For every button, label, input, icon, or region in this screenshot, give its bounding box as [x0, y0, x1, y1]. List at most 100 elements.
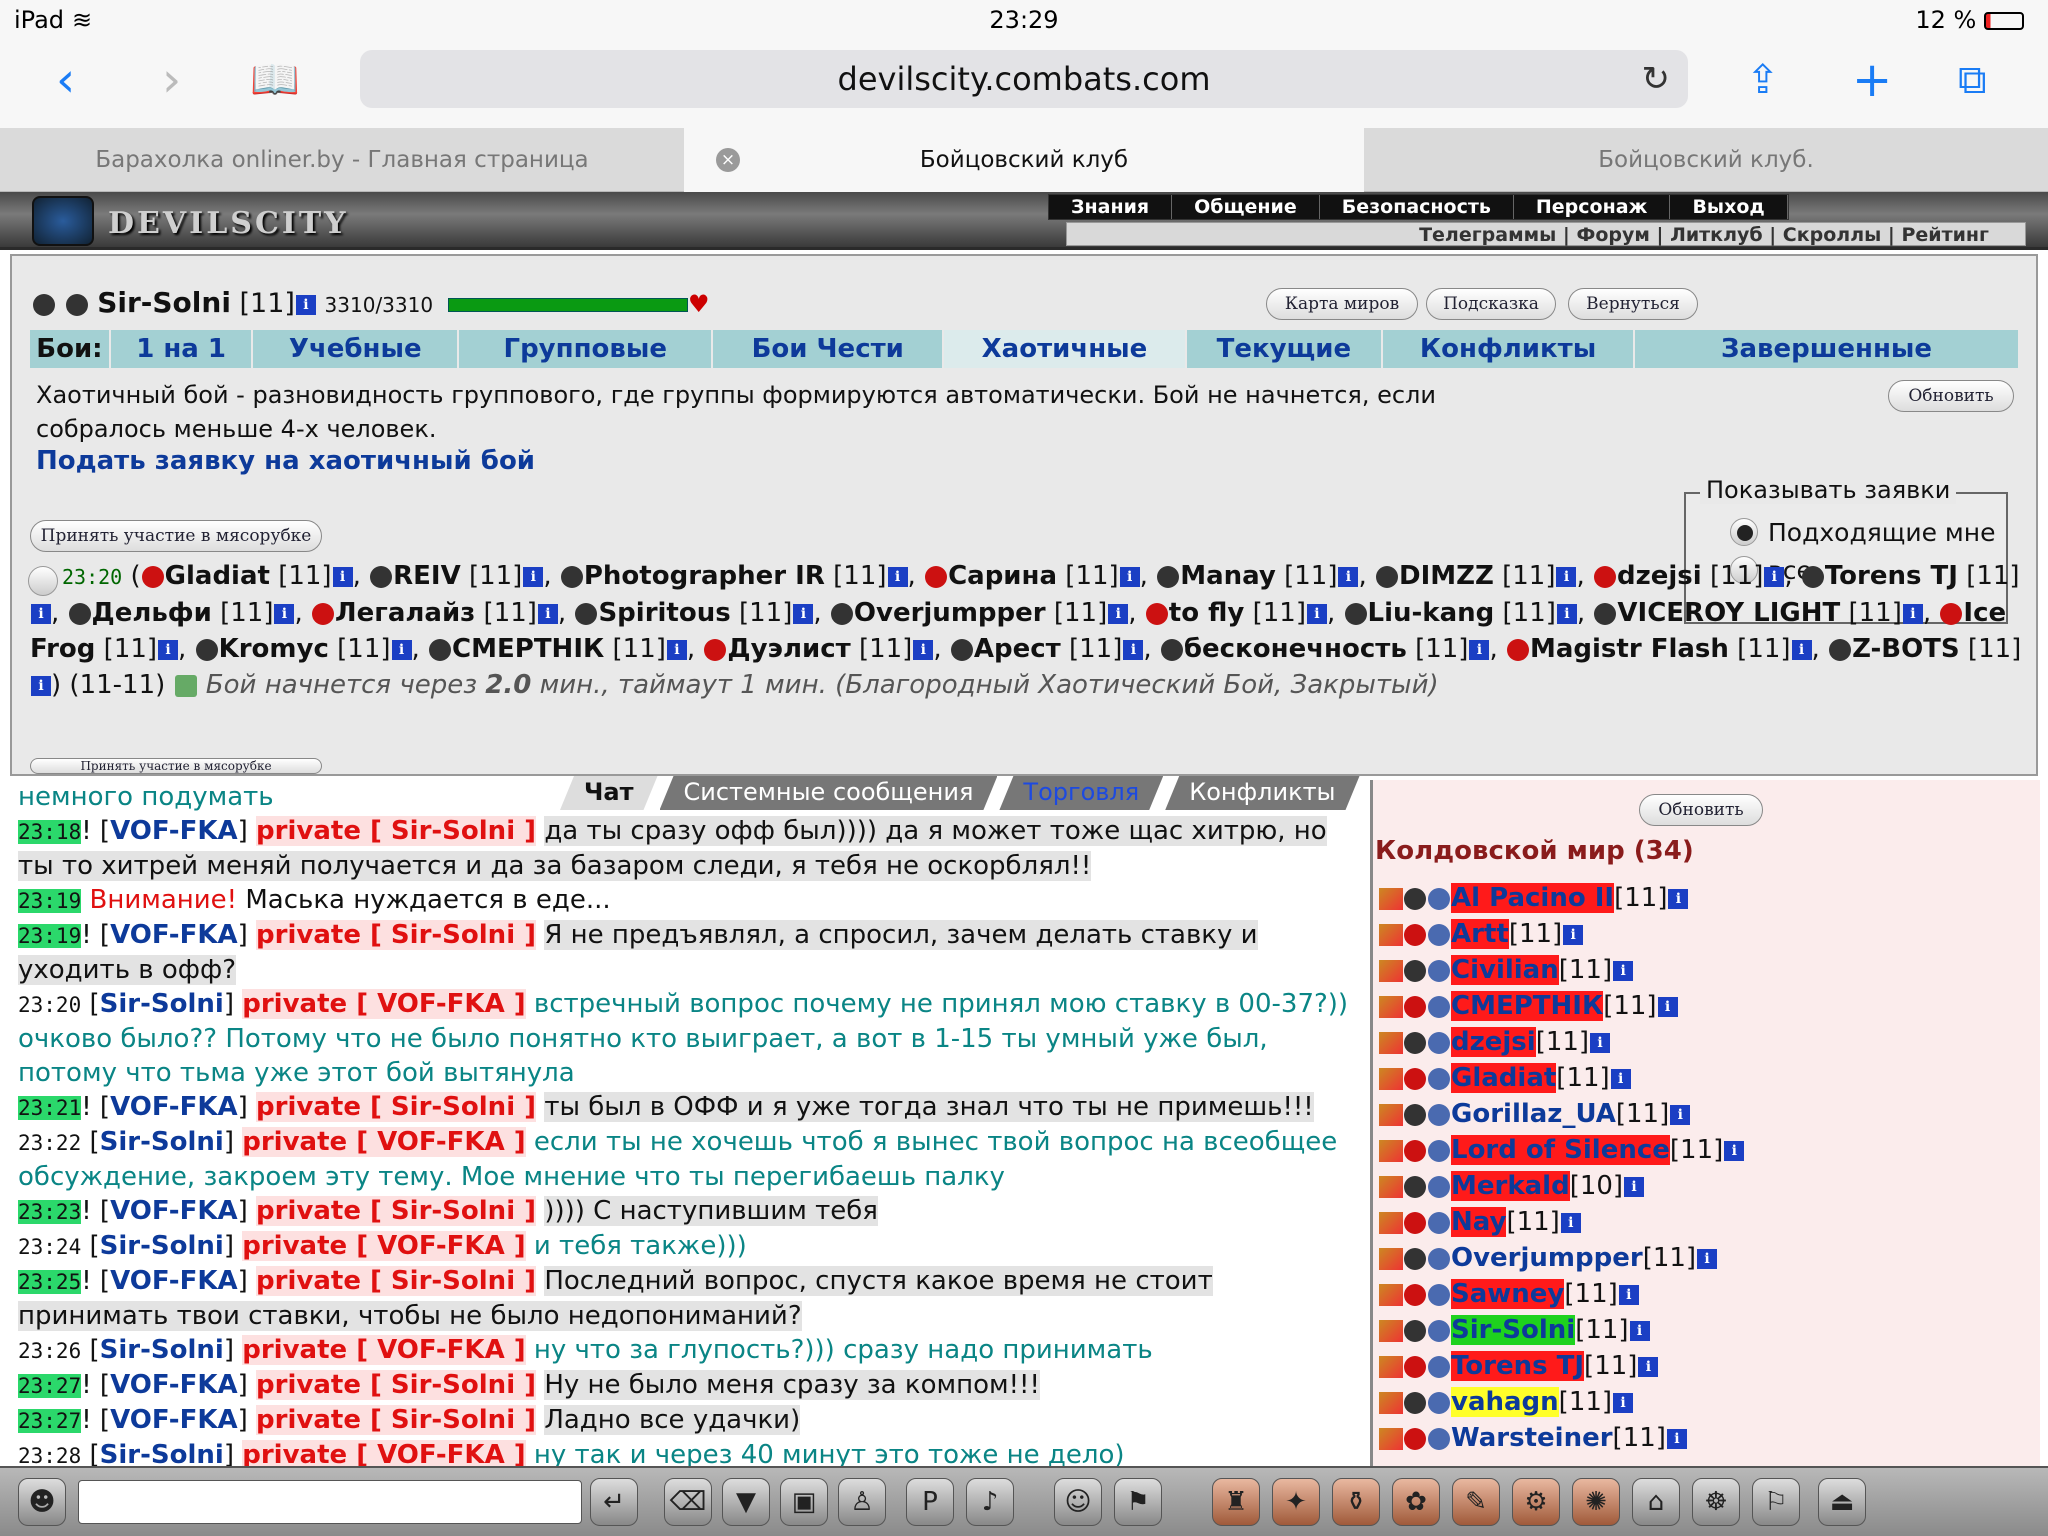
- url-bar[interactable]: devilscity.combats.com ↻: [360, 50, 1688, 108]
- tab-combats-active[interactable]: × Бойцовский клуб: [684, 128, 1364, 192]
- refresh-button[interactable]: Обновить: [1888, 380, 2014, 412]
- hint-button[interactable]: Подсказка: [1426, 288, 1556, 320]
- tab-chat[interactable]: Чат: [560, 776, 658, 810]
- fight-player-name[interactable]: Легалайз: [335, 598, 475, 628]
- menu-exit[interactable]: Выход: [1670, 195, 1788, 219]
- private-arrow-icon[interactable]: [1379, 1247, 1403, 1270]
- info-icon[interactable]: i: [1469, 639, 1490, 660]
- tab-training[interactable]: Учебные: [253, 330, 460, 368]
- apply-chaotic-link[interactable]: Подать заявку на хаотичный бой: [36, 446, 535, 476]
- chat-sender[interactable]: VOF-FKA: [110, 1370, 238, 1400]
- private-arrow-icon[interactable]: [1379, 995, 1403, 1018]
- fight-player-name[interactable]: dzejsi: [1617, 561, 1702, 591]
- tab-honor[interactable]: Бои Чести: [713, 330, 945, 368]
- chat-time[interactable]: 23:22: [18, 1131, 81, 1155]
- world-map-button[interactable]: Карта миров: [1266, 288, 1418, 320]
- online-user-name[interactable]: vahagn: [1451, 1387, 1559, 1417]
- join-meatgrinder-button-2[interactable]: Принять участие в мясорубке: [30, 758, 322, 774]
- exit-icon[interactable]: ⏏: [1818, 1478, 1866, 1526]
- fight-player-name[interactable]: VICEROY LIGHT: [1617, 598, 1840, 628]
- chat-time[interactable]: 23:19: [18, 924, 82, 948]
- info-icon[interactable]: i: [1724, 1140, 1745, 1161]
- bag-icon[interactable]: ⚱: [1332, 1478, 1380, 1526]
- quest-icon[interactable]: ✎: [1452, 1478, 1500, 1526]
- chat-sender[interactable]: VOF-FKA: [110, 1196, 238, 1226]
- player-name[interactable]: Sir-Solni: [97, 286, 231, 319]
- private-arrow-icon[interactable]: [1379, 1175, 1403, 1198]
- info-icon[interactable]: i: [1563, 924, 1584, 945]
- private-arrow-icon[interactable]: [1379, 1283, 1403, 1306]
- info-icon[interactable]: i: [1902, 603, 1923, 624]
- chat-input[interactable]: [78, 1480, 582, 1524]
- fight-player-name[interactable]: Magistr Flash: [1530, 634, 1729, 664]
- skills-icon[interactable]: ⚙: [1512, 1478, 1560, 1526]
- chat-time[interactable]: 23:26: [18, 1339, 81, 1363]
- online-user-name[interactable]: Artt: [1451, 919, 1509, 949]
- info-icon[interactable]: i: [1306, 603, 1327, 624]
- tab-chat-conflicts[interactable]: Конфликты: [1165, 776, 1359, 810]
- fight-player-name[interactable]: Дуэлист: [727, 634, 850, 664]
- fight-player-name[interactable]: Torens TJ: [1825, 561, 1958, 591]
- close-tab-icon[interactable]: ×: [716, 148, 740, 172]
- flag-icon[interactable]: ⚐: [1752, 1478, 1800, 1526]
- tab-system[interactable]: Системные сообщения: [660, 776, 998, 810]
- chat-sender[interactable]: Sir-Solni: [100, 1127, 224, 1157]
- chat-sender[interactable]: Sir-Solni: [100, 1440, 224, 1466]
- info-icon[interactable]: i: [158, 639, 179, 660]
- info-icon[interactable]: i: [295, 294, 316, 315]
- chat-time[interactable]: 23:24: [18, 1235, 81, 1259]
- fight-player-name[interactable]: Z-BOTS: [1852, 634, 1960, 664]
- info-icon[interactable]: i: [31, 603, 51, 624]
- sound-icon[interactable]: ♪: [966, 1478, 1014, 1526]
- menu-knowledge[interactable]: Знания: [1049, 195, 1173, 219]
- map-icon[interactable]: ✿: [1392, 1478, 1440, 1526]
- menu-character[interactable]: Персонаж: [1514, 195, 1671, 219]
- fight-player-name[interactable]: REIV: [393, 561, 461, 591]
- info-icon[interactable]: i: [1613, 1392, 1634, 1413]
- chat-private-to[interactable]: private [ VOF-FKA ]: [242, 1335, 526, 1365]
- translit-icon[interactable]: P: [906, 1478, 954, 1526]
- info-icon[interactable]: i: [1629, 1320, 1650, 1341]
- online-user-name[interactable]: Nay: [1451, 1207, 1507, 1237]
- info-icon[interactable]: i: [1610, 1068, 1631, 1089]
- info-icon[interactable]: i: [1108, 603, 1129, 624]
- fight-player-name[interactable]: СМЕРТНIК: [452, 634, 604, 664]
- info-icon[interactable]: i: [1697, 1248, 1718, 1269]
- info-icon[interactable]: i: [1119, 566, 1140, 587]
- new-tab-icon[interactable]: +: [1852, 52, 1892, 108]
- chat-time[interactable]: 23:18: [18, 820, 82, 844]
- bookmarks-icon[interactable]: 📖: [250, 52, 300, 108]
- chat-private-to[interactable]: private [ Sir-Solni ]: [256, 1266, 537, 1296]
- chat-time[interactable]: 23:20: [18, 993, 81, 1017]
- chat-sender[interactable]: VOF-FKA: [110, 1092, 238, 1122]
- tabs-icon[interactable]: ⧉: [1958, 52, 1987, 108]
- fight-player-name[interactable]: Дельфи: [92, 598, 212, 628]
- smile-icon[interactable]: ☺: [1054, 1478, 1102, 1526]
- back-icon[interactable]: ‹: [56, 52, 75, 108]
- fight-player-name[interactable]: Арест: [974, 634, 1061, 664]
- info-icon[interactable]: i: [1560, 1212, 1581, 1233]
- tab-group[interactable]: Групповые: [459, 330, 714, 368]
- info-icon[interactable]: i: [913, 639, 934, 660]
- info-icon[interactable]: i: [1624, 1176, 1645, 1197]
- info-icon[interactable]: i: [1338, 566, 1359, 587]
- clan-chat-icon[interactable]: ⚑: [1114, 1478, 1162, 1526]
- chat-private-to[interactable]: private [ VOF-FKA ]: [242, 1440, 526, 1466]
- online-user-name[interactable]: СМЕРТНIК: [1451, 991, 1604, 1021]
- filter-icon[interactable]: ▼: [722, 1478, 770, 1526]
- chat-private-to[interactable]: private [ Sir-Solni ]: [256, 1092, 537, 1122]
- magic-icon[interactable]: ✦: [1272, 1478, 1320, 1526]
- fight-player-name[interactable]: Photographer IR: [584, 561, 825, 591]
- info-icon[interactable]: i: [887, 566, 908, 587]
- private-arrow-icon[interactable]: [1379, 1103, 1403, 1126]
- private-arrow-icon[interactable]: [1379, 1139, 1403, 1162]
- chat-sender[interactable]: VOF-FKA: [110, 816, 238, 846]
- chat-head-icon[interactable]: ☻: [18, 1478, 66, 1526]
- info-icon[interactable]: i: [1556, 603, 1577, 624]
- online-user-name[interactable]: dzejsi: [1451, 1027, 1536, 1057]
- friends-icon[interactable]: ☸: [1692, 1478, 1740, 1526]
- private-arrow-icon[interactable]: [1379, 1319, 1403, 1342]
- chat-private-to[interactable]: private [ VOF-FKA ]: [242, 1231, 526, 1261]
- send-icon[interactable]: ↵: [590, 1478, 638, 1526]
- back-button[interactable]: Вернуться: [1568, 288, 1698, 320]
